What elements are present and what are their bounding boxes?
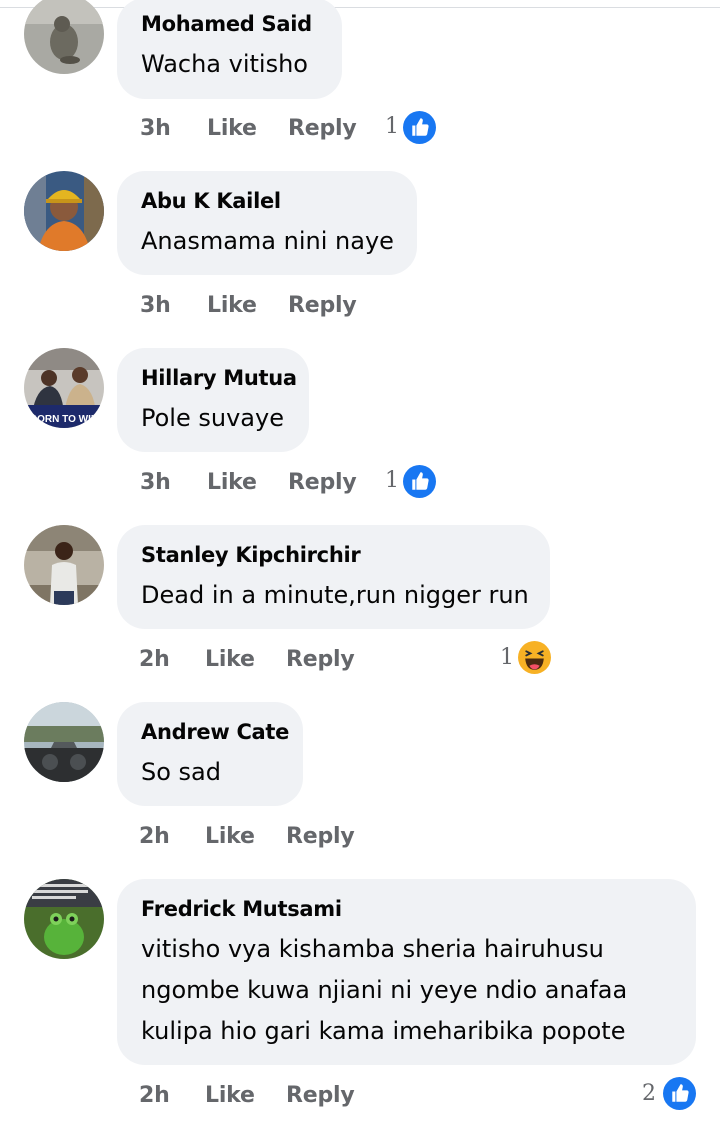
avatar[interactable] [24, 702, 104, 782]
avatar[interactable]: BORN TO WIN [24, 348, 104, 428]
like-button[interactable]: Like [207, 116, 257, 141]
reaction-count[interactable]: 2 [642, 1082, 656, 1106]
comment-bubble: Fredrick Mutsami vitisho vya kishamba sh… [117, 879, 696, 1065]
like-button[interactable]: Like [207, 293, 257, 318]
avatar[interactable] [24, 525, 104, 605]
like-icon[interactable] [403, 111, 436, 144]
comment-time[interactable]: 2h [139, 1083, 170, 1108]
comment-text: Anasmama nini naye [141, 227, 394, 255]
top-divider [0, 7, 720, 8]
comment-time[interactable]: 2h [139, 824, 170, 849]
reaction-count[interactable]: 1 [385, 115, 399, 139]
reply-button[interactable]: Reply [286, 647, 355, 672]
comment-time[interactable]: 3h [140, 470, 171, 495]
reply-button[interactable]: Reply [286, 824, 355, 849]
comment-author[interactable]: Hillary Mutua [141, 366, 297, 390]
comment-time[interactable]: 3h [140, 293, 171, 318]
reaction-count[interactable]: 1 [500, 646, 514, 670]
like-button[interactable]: Like [205, 647, 255, 672]
comment-bubble: Hillary Mutua Pole suvaye [117, 348, 309, 452]
comment-author[interactable]: Abu K Kailel [141, 189, 281, 213]
comment-author[interactable]: Andrew Cate [141, 720, 289, 744]
like-button[interactable]: Like [205, 824, 255, 849]
comment-author[interactable]: Stanley Kipchirchir [141, 543, 361, 567]
comment-time[interactable]: 3h [140, 116, 171, 141]
comment-text: Pole suvaye [141, 404, 284, 432]
comment-time[interactable]: 2h [139, 647, 170, 672]
comment-bubble: Andrew Cate So sad [117, 702, 303, 806]
comment-bubble: Mohamed Said Wacha vitisho [117, 0, 342, 99]
like-icon[interactable] [403, 465, 436, 498]
avatar[interactable] [24, 0, 104, 74]
reply-button[interactable]: Reply [286, 1083, 355, 1108]
like-button[interactable]: Like [207, 470, 257, 495]
comment-bubble: Stanley Kipchirchir Dead in a minute,run… [117, 525, 550, 629]
avatar-badge-text: BORN TO WIN [30, 414, 98, 425]
comment-author[interactable]: Mohamed Said [141, 12, 312, 36]
comment-text: vitisho vya kishamba sheria hairuhusu ng… [141, 935, 628, 1045]
comment-text: Dead in a minute,run nigger run [141, 581, 529, 609]
reply-button[interactable]: Reply [288, 116, 357, 141]
like-icon[interactable] [663, 1077, 696, 1110]
avatar[interactable] [24, 171, 104, 251]
comment-bubble: Abu K Kailel Anasmama nini naye [117, 171, 417, 275]
comment-text: Wacha vitisho [141, 50, 308, 78]
comment-text: So sad [141, 758, 221, 786]
reply-button[interactable]: Reply [288, 293, 357, 318]
comment-author[interactable]: Fredrick Mutsami [141, 897, 342, 921]
reply-button[interactable]: Reply [288, 470, 357, 495]
reaction-count[interactable]: 1 [385, 469, 399, 493]
haha-icon[interactable] [518, 641, 551, 674]
like-button[interactable]: Like [205, 1083, 255, 1108]
avatar[interactable] [24, 879, 104, 959]
